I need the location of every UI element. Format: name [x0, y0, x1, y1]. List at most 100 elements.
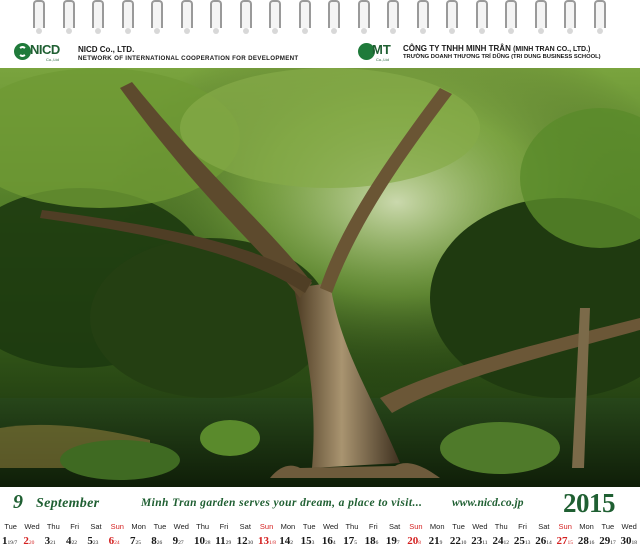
binding-ring	[180, 0, 193, 34]
day-number: 153	[301, 535, 315, 547]
minh-tran-org: CÔNG TY TNHH MINH TRÂN (MINH TRAN CO., L…	[403, 44, 601, 60]
solar-date: 25	[513, 535, 525, 547]
weekday-label: Sat	[90, 522, 102, 531]
day-cell: Mon 219	[427, 519, 448, 555]
day-number: 321	[45, 535, 56, 547]
nicd-logo-icon	[14, 43, 31, 60]
weekday-label: Fri	[70, 522, 80, 531]
garden-photo	[0, 68, 640, 487]
lunar-date: 26	[156, 540, 163, 546]
day-number: 2614	[535, 535, 552, 547]
lunar-date: 15	[567, 540, 574, 546]
day-cell: Wed 164	[320, 519, 341, 555]
weekday-label: Mon	[131, 522, 146, 531]
nicd-logo-sub: Co.,Ltd	[46, 57, 59, 62]
lunar-date: 7	[396, 540, 400, 546]
weekday-label: Wed	[472, 522, 488, 531]
binding-ring	[357, 0, 370, 34]
binding-ring	[416, 0, 429, 34]
day-cell: Thu 2412	[491, 519, 512, 555]
weekday-label: Sun	[558, 522, 572, 531]
calendar-header: NICD Co.,Ltd NICD Co., LTD. NETWORK OF I…	[0, 36, 640, 68]
weekday-label: Tue	[153, 522, 167, 531]
weekday-label: Fri	[368, 522, 378, 531]
binding-ring	[151, 0, 163, 34]
website-link[interactable]: www.nicd.co.jp	[452, 497, 523, 509]
lunar-date: 4	[332, 540, 336, 546]
weekday-label: Tue	[302, 522, 316, 531]
binding-ring	[269, 0, 281, 34]
weekday-label: Fri	[219, 522, 229, 531]
minh-tran-org-name: CÔNG TY TNHH MINH TRÂN (MINH TRAN CO., L…	[403, 44, 601, 53]
day-number: 220	[23, 535, 34, 547]
month-band: 9 September Minh Tran garden serves your…	[0, 487, 640, 519]
day-cell: Wed 927	[171, 519, 192, 555]
binding-ring	[593, 0, 606, 34]
weekday-label: Thu	[345, 522, 359, 531]
day-cell: Wed 2311	[469, 519, 490, 555]
solar-date: 15	[300, 535, 312, 547]
binding-ring	[298, 0, 311, 34]
weekday-label: Wed	[621, 522, 637, 531]
day-number: 1028	[194, 535, 211, 547]
day-cell: Mon 142	[277, 519, 298, 555]
lunar-date: 16	[588, 540, 595, 546]
solar-date: 27	[556, 535, 568, 547]
day-number: 2715	[557, 535, 574, 547]
lunar-date: 12	[503, 540, 510, 546]
lunar-date: 20	[28, 540, 35, 546]
lunar-date: 18	[631, 540, 638, 546]
lunar-date: 24	[114, 540, 120, 546]
garden-slogan: Minh Tran garden serves your dream, a pl…	[141, 497, 423, 509]
day-cell: Tue 119/7	[0, 519, 21, 555]
day-cell: Fri 422	[64, 519, 85, 555]
month-name: September	[36, 496, 100, 511]
weekday-label: Thu	[46, 522, 60, 531]
day-number: 927	[173, 535, 184, 547]
mt-logo-word: MT	[372, 42, 391, 57]
nicd-org: NICD Co., LTD. NETWORK OF INTERNATIONAL …	[78, 45, 298, 62]
nicd-org-name: NICD Co., LTD.	[78, 45, 135, 54]
spiral-binding	[0, 0, 640, 36]
solar-date: 13	[257, 535, 269, 547]
binding-ring	[210, 0, 222, 34]
binding-ring	[534, 0, 547, 34]
lunar-date: 3	[311, 540, 315, 546]
day-number: 2917	[599, 535, 616, 547]
weekday-label: Mon	[429, 522, 445, 531]
weekday-label: Sun	[110, 522, 124, 531]
day-cell: Tue 826	[149, 519, 170, 555]
day-cell: Tue 2917	[597, 519, 618, 555]
day-cell: Sat 1230	[235, 519, 256, 555]
lunar-date: 6	[375, 540, 379, 546]
solar-date: 24	[492, 535, 504, 547]
solar-date: 12	[236, 535, 248, 547]
lunar-date: 9	[439, 540, 443, 546]
day-number: 208	[407, 535, 421, 547]
weekday-label: Tue	[601, 522, 615, 531]
day-number: 219	[429, 535, 443, 547]
nicd-logo: NICD Co.,Ltd	[14, 42, 62, 64]
weekday-label: Fri	[518, 522, 527, 531]
day-cell: Sat 523	[85, 519, 106, 555]
day-cell: Fri 2513	[512, 519, 533, 555]
lunar-date: 27	[178, 540, 184, 546]
day-number: 142	[279, 535, 293, 547]
day-number: 624	[109, 535, 120, 547]
weekday-label: Wed	[24, 522, 40, 531]
day-number: 131/8	[258, 535, 276, 547]
solar-date: 28	[577, 535, 589, 547]
day-number: 2513	[514, 535, 531, 547]
day-cell: Wed 3018	[619, 519, 640, 555]
day-number: 523	[87, 535, 98, 547]
day-cell: Thu 1028	[192, 519, 213, 555]
lunar-date: 25	[135, 540, 141, 546]
mt-logo-sub: Co.,Ltd	[376, 57, 389, 62]
lunar-date: 29	[225, 540, 232, 546]
solar-date: 20	[407, 535, 419, 547]
day-cell: Thu 321	[43, 519, 64, 555]
solar-date: 29	[599, 535, 611, 547]
weekday-label: Tue	[4, 522, 17, 531]
solar-date: 23	[471, 535, 483, 547]
day-strip: Tue 119/7 Wed 220 Thu 321 Fri 422 Sat 523 Sun 624 Mo…	[0, 519, 640, 555]
